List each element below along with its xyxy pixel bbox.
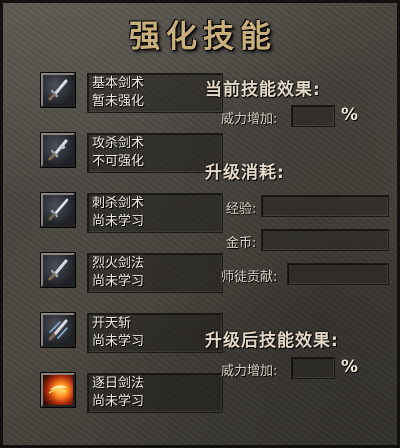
current-power-field xyxy=(291,105,335,127)
strengthen-skill-panel: 强化技能 基本剑术 暂未强化 攻杀剑术 不可强化 刺杀剑术 尚未学习 烈火剑法 … xyxy=(0,0,400,448)
panel-title: 强化技能 xyxy=(129,19,277,55)
sword-icon[interactable] xyxy=(41,193,75,227)
gold-label: 金币: xyxy=(226,236,257,251)
skill-name: 逐日剑法 xyxy=(92,376,145,391)
skill-info-box[interactable]: 烈火剑法 尚未学习 xyxy=(87,253,223,293)
after-effect-heading: 升级后技能效果: xyxy=(205,331,339,351)
fire-sword-icon[interactable] xyxy=(41,373,75,407)
skill-name: 刺杀剑术 xyxy=(92,196,145,211)
skill-name: 基本剑术 xyxy=(92,76,145,91)
skill-name: 烈火剑法 xyxy=(92,256,145,271)
exp-field xyxy=(261,195,389,217)
contribution-label: 师徒贡献: xyxy=(221,270,278,285)
sword-icon[interactable] xyxy=(41,253,75,287)
sword-icon[interactable] xyxy=(41,133,75,167)
sword-slash-icon[interactable] xyxy=(41,313,75,347)
skill-status: 尚未学习 xyxy=(92,274,145,289)
skill-status: 尚未学习 xyxy=(92,214,145,229)
upgrade-cost-heading: 升级消耗: xyxy=(205,163,285,183)
current-percent-sign: % xyxy=(341,105,359,125)
contribution-field xyxy=(287,263,389,285)
skill-status: 尚未学习 xyxy=(92,334,145,349)
skill-info-box[interactable]: 刺杀剑术 尚未学习 xyxy=(87,193,223,233)
skill-info-box[interactable]: 攻杀剑术 不可强化 xyxy=(87,133,223,173)
skill-status: 暂未强化 xyxy=(92,94,145,109)
after-percent-sign: % xyxy=(341,357,359,377)
after-power-field xyxy=(291,357,335,379)
skill-info-box[interactable]: 基本剑术 暂未强化 xyxy=(87,73,223,113)
skill-name: 开天斩 xyxy=(92,316,132,331)
sword-icon[interactable] xyxy=(41,73,75,107)
gold-field xyxy=(261,229,389,251)
skill-status: 不可强化 xyxy=(92,154,145,169)
current-power-label: 威力增加: xyxy=(221,112,278,127)
current-effect-heading: 当前技能效果: xyxy=(205,80,321,100)
exp-label: 经验: xyxy=(226,202,257,217)
after-power-label: 威力增加: xyxy=(221,364,278,379)
skill-status: 尚未学习 xyxy=(92,394,145,409)
skill-name: 攻杀剑术 xyxy=(92,136,145,151)
skill-info-box[interactable]: 逐日剑法 尚未学习 xyxy=(87,373,223,413)
skill-info-box[interactable]: 开天斩 尚未学习 xyxy=(87,313,223,353)
